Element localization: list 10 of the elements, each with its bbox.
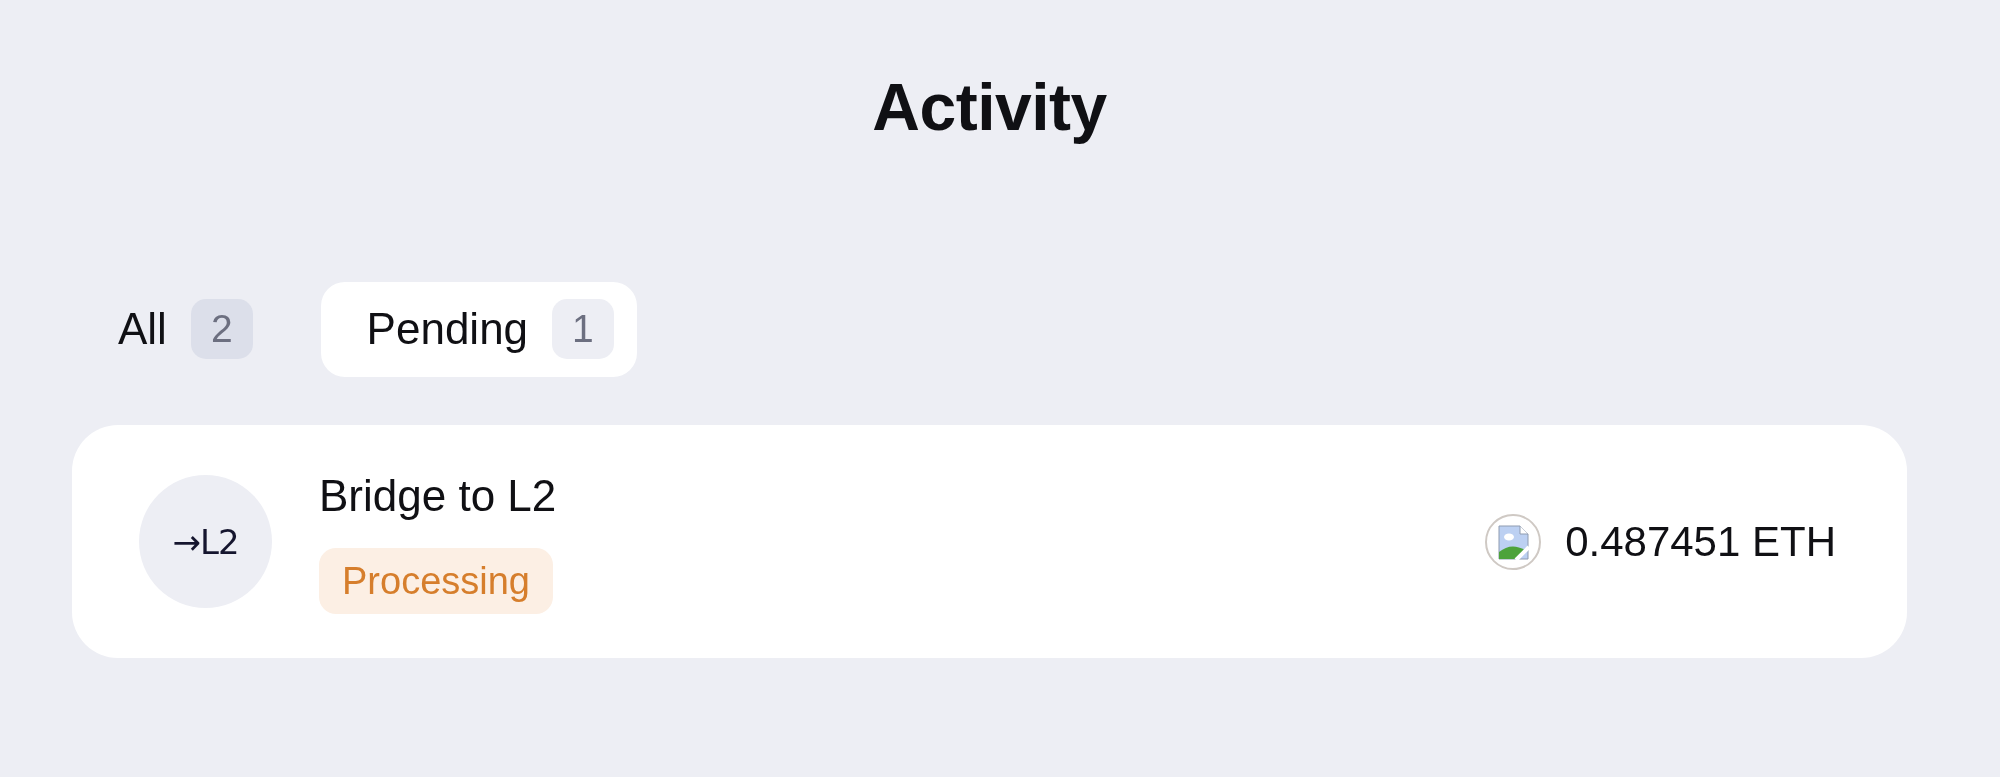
- network-avatar: →L2: [139, 475, 272, 608]
- transaction-card[interactable]: →L2 Bridge to L2 Processing 0.487451 ETH: [72, 425, 1907, 658]
- transaction-title: Bridge to L2: [319, 470, 557, 522]
- filter-tab[interactable]: All 2: [72, 282, 276, 377]
- amount-text: 0.487451 ETH: [1565, 517, 1836, 566]
- count-badge: 2: [190, 299, 253, 359]
- status-tag: Processing: [319, 548, 553, 614]
- count-badge: 1: [552, 299, 614, 359]
- broken-image-icon: [1485, 513, 1542, 570]
- filter-tab[interactable]: Pending 1: [320, 282, 637, 377]
